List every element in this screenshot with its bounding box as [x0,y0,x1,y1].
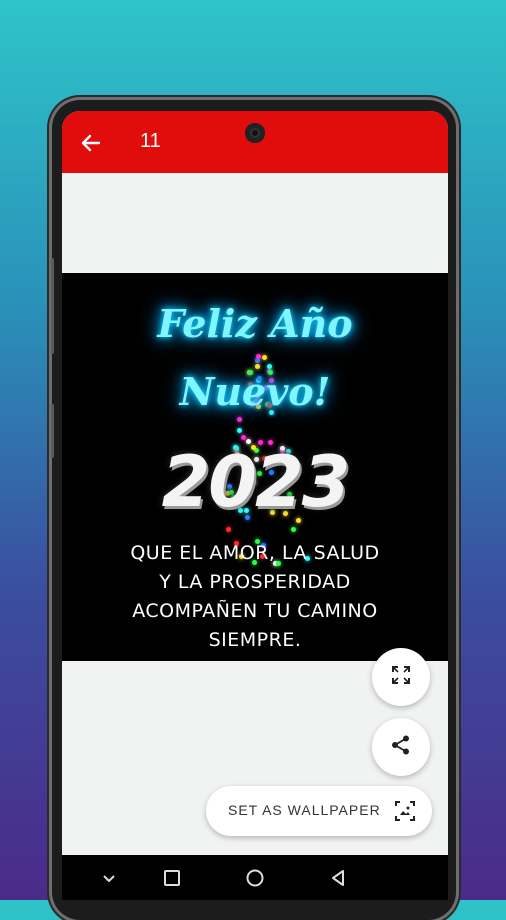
chevron-down-icon[interactable] [98,867,120,889]
tree-light [290,527,296,533]
back-arrow-icon[interactable] [78,130,104,156]
wallpaper-message-line: ACOMPAÑEN TU CAMINO [132,600,378,622]
tree-light [255,354,261,360]
back-triangle-icon[interactable] [327,867,349,889]
tree-light [262,354,268,360]
page-title: 11 [140,130,161,152]
fullscreen-button[interactable] [372,648,430,706]
wallpaper-message: QUE EL AMOR, LA SALUD Y LA PROSPERIDAD A… [82,539,428,655]
set-wallpaper-button[interactable]: SET AS WALLPAPER [206,786,432,836]
wallpaper-message-line: SIEMPRE. [208,629,302,651]
tree-light [236,416,242,422]
tree-light [226,527,232,533]
app-screen: 11 Feliz Año Nuevo! 2023 QUE EL AMOR, LA… [62,111,448,900]
wallpaper-greeting-line2: Nuevo! [179,369,331,414]
system-nav-bar [62,855,448,900]
wallpaper-greeting-line1: Feliz Año [157,301,353,346]
front-camera [245,123,265,143]
home-icon[interactable] [244,867,266,889]
share-icon [390,734,412,761]
power-button [51,404,54,458]
wallpaper-image: Feliz Año Nuevo! 2023 QUE EL AMOR, LA SA… [62,273,448,661]
recents-icon[interactable] [161,867,183,889]
wallpaper-message-line: Y LA PROSPERIDAD [159,571,351,593]
share-button[interactable] [372,718,430,776]
wallpaper-message-line: QUE EL AMOR, LA SALUD [130,542,380,564]
app-bar: 11 [62,111,448,173]
tree-light [241,434,247,440]
wallpaper-year: 2023 [161,441,351,523]
tree-light [267,363,273,369]
volume-button [51,258,54,354]
fullscreen-icon [390,664,412,691]
set-wallpaper-label: SET AS WALLPAPER [228,802,381,818]
tree-light [236,428,242,434]
wallpaper-icon [394,800,416,822]
